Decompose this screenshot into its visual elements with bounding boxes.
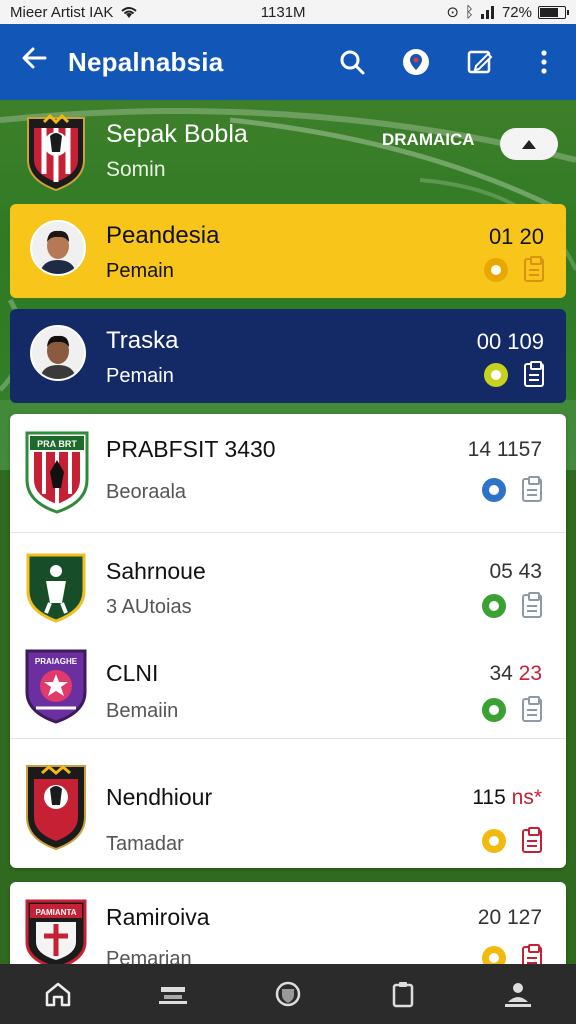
svg-text:PRAIAGHE: PRAIAGHE [35,657,78,666]
team-subtitle: Bemaiin [106,700,179,722]
team-name: CLNI [106,660,159,686]
svg-text:PAMIANTA: PAMIANTA [35,908,76,917]
team-list-card: PRA BRT PRABFSIT 3430 Beoraala 14 1157 S… [10,414,566,868]
team-crest-icon [26,765,86,851]
list-icon [158,987,187,1004]
signal-icon [480,6,494,19]
svg-text:PRA BRT: PRA BRT [37,439,77,449]
avatar [30,325,86,381]
team-name: Sahrnoue [106,558,206,584]
team-subtitle: 3 AUtoias [106,596,192,618]
team-crest-icon: PAMIANTA [25,899,87,970]
status-dot-icon[interactable] [482,478,506,502]
clipboard-icon[interactable] [524,256,544,282]
clock: 1131M [260,3,306,21]
more-vert-icon [541,50,547,74]
team-crest: PRAIAGHE [24,648,88,729]
clipboard-icon[interactable] [522,827,542,853]
collapse-toggle[interactable] [500,128,558,160]
nav-list[interactable] [143,964,203,1024]
player-role: Pemain [106,365,174,387]
status-dot-icon[interactable] [484,363,508,387]
status-dot-icon[interactable] [482,829,506,853]
team-name: PRABFSIT 3430 [106,436,276,462]
nav-home[interactable] [28,964,88,1024]
status-bar: Mieer Artist IAK 1131M ⊙ ᛒ 72% [0,0,576,24]
home-icon [45,982,70,1007]
page-title: Nepalnabsia [68,46,224,77]
league-header: Sepak Bobla Somin DRAMAICA [0,100,576,196]
list-item[interactable]: PRAIAGHE CLNI Bemaiin 34 23 [10,642,566,738]
search-icon [340,50,365,75]
player-avatar-icon [32,327,84,379]
player-row-highlight-navy[interactable]: Traska Pemain 00 109 [10,309,566,403]
shield-icon [275,981,301,1007]
team-score: 14 1157 [467,438,542,461]
carrier-label: Mieer Artist IAK [10,3,114,21]
team-crest-icon: PRA BRT [25,431,89,514]
player-avatar-icon [32,222,84,274]
player-role: Pemain [106,260,174,282]
league-subtitle: Somin [106,158,166,181]
app-bar: Nepalnabsia [0,24,576,100]
alarm-icon: ⊙ [446,4,459,21]
location-button[interactable] [384,47,448,77]
list-item[interactable]: Sahrnoue 3 AUtoias 05 43 [10,533,566,651]
wifi-icon [121,7,138,18]
team-crest-icon [26,553,86,623]
team-score: 34 23 [489,662,542,685]
team-crest [24,763,88,856]
clipboard-icon[interactable] [522,476,542,502]
player-score: 01 20 [488,224,544,249]
status-dot-icon[interactable] [482,698,506,722]
status-dot-icon[interactable] [482,594,506,618]
bottom-nav [0,964,576,1024]
team-name: Nendhiour [106,784,213,810]
list-item[interactable]: Nendhiour Tamadar 115 ns* [10,739,566,868]
edit-icon [467,50,493,74]
team-score: 115 ns* [472,786,542,809]
clipboard-icon[interactable] [522,592,542,618]
clipboard-icon[interactable] [522,696,542,722]
league-crest-icon [27,113,85,192]
team-score: 20 127 [477,906,542,929]
team-crest [24,551,88,628]
team-subtitle: Tamadar [106,833,184,855]
back-button[interactable] [0,43,68,81]
back-arrow-icon [22,47,47,69]
list-item[interactable]: PRA BRT PRABFSIT 3430 Beoraala 14 1157 [10,414,566,532]
search-button[interactable] [320,48,384,76]
league-name: Sepak Bobla [106,120,248,148]
clipboard-icon[interactable] [524,361,544,387]
nav-clipboard[interactable] [373,964,433,1024]
status-dot-icon[interactable] [484,258,508,282]
nav-profile[interactable] [488,964,548,1024]
profile-icon [505,983,532,1007]
player-name: Peandesia [106,222,220,249]
bluetooth-icon: ᛒ [464,3,474,21]
clipboard-icon [392,982,414,1008]
location-pin-icon [403,49,429,75]
battery-icon [538,5,569,19]
team-crest: PRA BRT [24,430,90,519]
team-score: 05 43 [489,560,542,583]
avatar [30,220,86,276]
battery-percent: 72% [501,3,532,21]
player-name: Traska [106,327,179,354]
player-row-highlight-yellow[interactable]: Peandesia Pemain 01 20 [10,204,566,298]
chevron-up-icon [522,140,536,149]
nav-shield[interactable] [258,964,318,1024]
league-crest [26,113,86,197]
team-subtitle: Beoraala [106,481,187,503]
player-score: 00 109 [476,329,544,354]
team-name: Ramiroiva [106,904,210,930]
more-button[interactable] [512,48,576,76]
team-crest-icon: PRAIAGHE [25,649,87,724]
edit-button[interactable] [448,48,512,76]
filter-label[interactable]: DRAMAICA [382,130,475,150]
